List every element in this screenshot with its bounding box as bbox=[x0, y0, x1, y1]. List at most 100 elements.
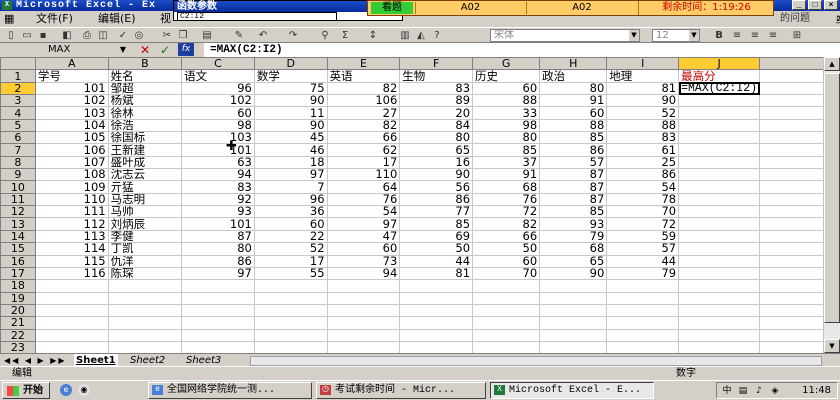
cell[interactable]: 64 bbox=[326, 180, 401, 194]
cell[interactable]: 77 bbox=[399, 205, 474, 219]
cell[interactable]: 86 bbox=[539, 143, 608, 157]
cell[interactable]: 103 bbox=[181, 131, 255, 145]
max-score-header[interactable]: 最高分 bbox=[678, 69, 761, 83]
cell[interactable]: 97 bbox=[326, 217, 401, 231]
row-header[interactable]: 21 bbox=[0, 316, 36, 330]
cell[interactable]: 86 bbox=[399, 192, 474, 207]
bold-icon[interactable]: B bbox=[712, 29, 726, 42]
vertical-scrollbar[interactable]: ▲ ▼ bbox=[823, 57, 840, 353]
cell[interactable]: 马志明 bbox=[107, 192, 183, 207]
chevron-down-icon[interactable]: ▼ bbox=[689, 30, 699, 41]
cell[interactable]: 47 bbox=[326, 229, 401, 244]
cell[interactable]: 84 bbox=[399, 118, 474, 133]
cell[interactable]: 徐国标 bbox=[107, 131, 183, 145]
cell[interactable]: 80 bbox=[472, 131, 541, 145]
task-exam-timer[interactable]: ◷ 考试剩余时间 - Micr... bbox=[316, 382, 486, 399]
cell[interactable] bbox=[34, 340, 109, 353]
cell[interactable]: 62 bbox=[326, 143, 401, 157]
cell[interactable]: 85 bbox=[472, 143, 541, 157]
cell[interactable]: 55 bbox=[253, 266, 328, 281]
save-icon[interactable]: ▪ bbox=[36, 29, 50, 42]
cell[interactable] bbox=[326, 316, 401, 330]
cell[interactable]: 56 bbox=[399, 180, 474, 194]
cell[interactable]: 46 bbox=[253, 143, 328, 157]
formula-input[interactable]: =MAX(C2:I2) bbox=[204, 43, 840, 57]
cell[interactable] bbox=[181, 328, 255, 342]
cell[interactable]: 80 bbox=[399, 131, 474, 145]
cell[interactable] bbox=[399, 328, 474, 342]
column-title[interactable]: 数学 bbox=[253, 69, 328, 83]
view-question-button[interactable]: 看题 bbox=[371, 2, 413, 14]
cell[interactable]: 61 bbox=[606, 143, 680, 157]
cell[interactable]: 60 bbox=[253, 217, 328, 231]
cell[interactable]: 106 bbox=[34, 143, 109, 157]
cell[interactable] bbox=[678, 131, 761, 145]
align-right-icon[interactable]: ≡ bbox=[766, 29, 780, 42]
cell[interactable]: 66 bbox=[326, 131, 401, 145]
row-header[interactable]: 8 bbox=[0, 155, 36, 170]
cell[interactable]: 60 bbox=[326, 242, 401, 256]
column-header[interactable]: I bbox=[606, 57, 680, 71]
cell[interactable]: 70 bbox=[472, 266, 541, 281]
permission-icon[interactable]: ◧ bbox=[60, 29, 74, 42]
cell[interactable]: 91 bbox=[539, 94, 608, 108]
column-header[interactable]: H bbox=[539, 57, 608, 71]
cell[interactable]: 37 bbox=[472, 155, 541, 170]
row-header[interactable]: 3 bbox=[0, 94, 36, 108]
cell[interactable]: 65 bbox=[539, 254, 608, 268]
research-icon[interactable]: ◎ bbox=[132, 29, 146, 42]
range-input[interactable]: C2:I2 bbox=[177, 12, 337, 21]
cell[interactable] bbox=[539, 291, 608, 305]
close-icon[interactable]: × bbox=[824, 0, 838, 10]
redo-icon[interactable]: ↷ bbox=[286, 29, 300, 42]
cell[interactable] bbox=[399, 303, 474, 318]
scroll-up-icon[interactable]: ▲ bbox=[824, 57, 840, 71]
cell[interactable]: 17 bbox=[326, 155, 401, 170]
cell[interactable] bbox=[253, 303, 328, 318]
cell[interactable]: 7 bbox=[253, 180, 328, 194]
row-header[interactable]: 20 bbox=[0, 303, 36, 318]
row-header[interactable]: 19 bbox=[0, 291, 36, 305]
cell[interactable]: 101 bbox=[34, 81, 109, 96]
chevron-down-icon[interactable]: ▼ bbox=[120, 43, 126, 57]
cell[interactable]: 22 bbox=[253, 229, 328, 244]
cell[interactable]: 102 bbox=[34, 94, 109, 108]
cell[interactable] bbox=[326, 340, 401, 353]
cell[interactable] bbox=[181, 316, 255, 330]
column-header[interactable]: J bbox=[678, 57, 761, 71]
cell[interactable] bbox=[678, 94, 761, 108]
start-button[interactable]: 开始 bbox=[2, 382, 50, 399]
cell[interactable] bbox=[678, 279, 761, 293]
column-header[interactable]: G bbox=[472, 57, 541, 71]
cell[interactable] bbox=[606, 279, 680, 293]
cell[interactable]: 98 bbox=[181, 118, 255, 133]
cell[interactable]: 马帅 bbox=[107, 205, 183, 219]
cell[interactable]: 96 bbox=[181, 81, 255, 96]
cell[interactable]: 18 bbox=[253, 155, 328, 170]
cell[interactable]: 82 bbox=[326, 81, 401, 96]
cell[interactable]: 68 bbox=[472, 180, 541, 194]
row-header[interactable]: 11 bbox=[0, 192, 36, 207]
row-header[interactable]: 15 bbox=[0, 242, 36, 256]
column-title[interactable]: 政治 bbox=[539, 69, 608, 83]
align-left-icon[interactable]: ≡ bbox=[730, 29, 744, 42]
menu-edit[interactable]: 编辑(E) bbox=[98, 11, 136, 27]
column-title[interactable]: 生物 bbox=[399, 69, 474, 83]
cell[interactable]: 81 bbox=[606, 81, 680, 96]
scroll-thumb[interactable] bbox=[824, 73, 840, 323]
cell[interactable]: 79 bbox=[606, 266, 680, 281]
format-painter-icon[interactable]: ✎ bbox=[232, 29, 246, 42]
undo-icon[interactable]: ↶ bbox=[256, 29, 270, 42]
cell[interactable] bbox=[107, 316, 183, 330]
help-question-text[interactable]: 的问题 bbox=[780, 11, 810, 27]
cell[interactable]: 101 bbox=[181, 143, 255, 157]
insert-function-icon[interactable]: fx bbox=[178, 43, 194, 56]
cell[interactable] bbox=[678, 316, 761, 330]
task-browser[interactable]: e 全国网络学院统一测... bbox=[148, 382, 312, 399]
cell[interactable]: 73 bbox=[326, 254, 401, 268]
cell[interactable]: 60 bbox=[472, 254, 541, 268]
cell[interactable]: 70 bbox=[606, 205, 680, 219]
cell[interactable]: 75 bbox=[253, 81, 328, 96]
cell[interactable]: 杨斌 bbox=[107, 94, 183, 108]
cell[interactable] bbox=[326, 279, 401, 293]
